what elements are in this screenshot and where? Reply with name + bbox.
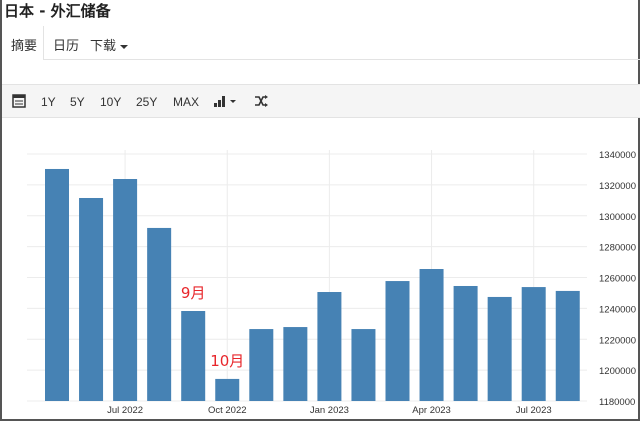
- bar: [351, 329, 376, 401]
- bar: [453, 285, 478, 401]
- bar-chart: 1340000 1320000 1300000 1280000 1260000 12400…: [27, 150, 636, 416]
- bar: [181, 310, 206, 401]
- y-tick-label: 1340000: [599, 150, 636, 161]
- y-tick-label: 1240000: [599, 304, 636, 315]
- y-tick-label: 1260000: [599, 274, 636, 285]
- y-tick-label: 1200000: [599, 366, 636, 377]
- y-tick-label: 1320000: [599, 181, 636, 192]
- bar: [45, 168, 69, 401]
- x-tick-label: Oct 2022: [208, 405, 247, 416]
- bar: [419, 269, 444, 401]
- x-tick-label: Apr 2023: [412, 405, 451, 416]
- bar: [555, 290, 580, 401]
- bar: [113, 179, 138, 401]
- annotation-label: 10月: [210, 352, 244, 370]
- bar: [283, 327, 308, 401]
- x-tick-label: Jul 2022: [107, 405, 143, 416]
- x-tick-label: Jan 2023: [310, 405, 349, 416]
- y-tick-label: 1220000: [599, 335, 636, 346]
- bar: [385, 281, 410, 401]
- y-tick-label: 1300000: [599, 212, 636, 223]
- y-tick-label: 1280000: [599, 243, 636, 254]
- bar: [147, 227, 172, 401]
- bar: [487, 296, 512, 401]
- bar: [317, 292, 342, 401]
- bar: [249, 329, 274, 401]
- x-tick-label: Jul 2023: [516, 405, 552, 416]
- bar: [79, 197, 104, 401]
- bar: [521, 287, 546, 401]
- y-tick-label: 1180000: [599, 397, 635, 408]
- bar: [215, 378, 240, 401]
- annotation-label: 9月: [181, 284, 206, 302]
